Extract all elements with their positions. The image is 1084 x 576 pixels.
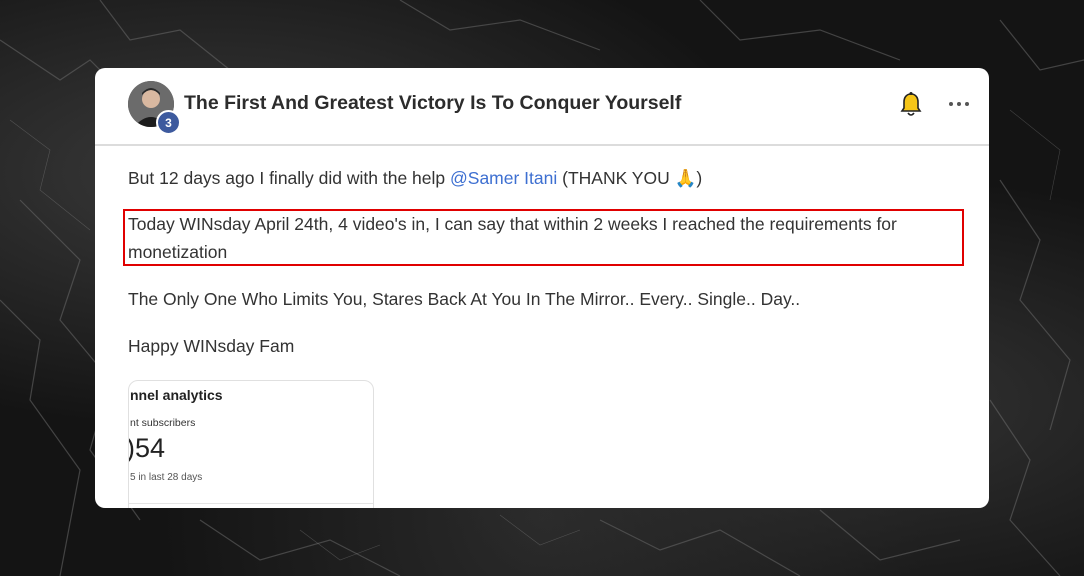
attachment-value: )54 xyxy=(128,433,166,463)
attachment-footnote: 5 in last 28 days xyxy=(130,472,203,483)
attachment-thumbnail[interactable]: nnel analytics nt subscribers )54 5 in l… xyxy=(128,380,374,508)
paragraph-1-thanks: (THANK YOU 🙏) xyxy=(557,168,703,188)
attachment-divider xyxy=(129,503,373,504)
paragraph-3: The Only One Who Limits You, Stares Back… xyxy=(128,289,801,309)
paragraph-1: But 12 days ago I finally did with the h… xyxy=(128,164,702,192)
bell-icon[interactable] xyxy=(900,92,922,118)
paragraph-4: Happy WINsday Fam xyxy=(128,336,295,356)
paragraph-2-line-1: Today WINsday April 24th, 4 video's in, … xyxy=(128,214,897,234)
attachment-label: nt subscribers xyxy=(130,417,196,429)
mention-link[interactable]: @Samer Itani xyxy=(450,168,557,188)
paragraph-2-line-2: monetization xyxy=(128,242,228,262)
post-header: 3 The First And Greatest Victory Is To C… xyxy=(95,68,989,146)
post-title[interactable]: The First And Greatest Victory Is To Con… xyxy=(184,92,681,115)
level-badge: 3 xyxy=(156,110,181,135)
paragraph-1-text: But 12 days ago I finally did with the h… xyxy=(128,168,451,188)
more-horizontal-icon[interactable] xyxy=(947,96,971,112)
post-card: 3 The First And Greatest Victory Is To C… xyxy=(95,68,989,508)
attachment-heading: nnel analytics xyxy=(130,387,223,403)
